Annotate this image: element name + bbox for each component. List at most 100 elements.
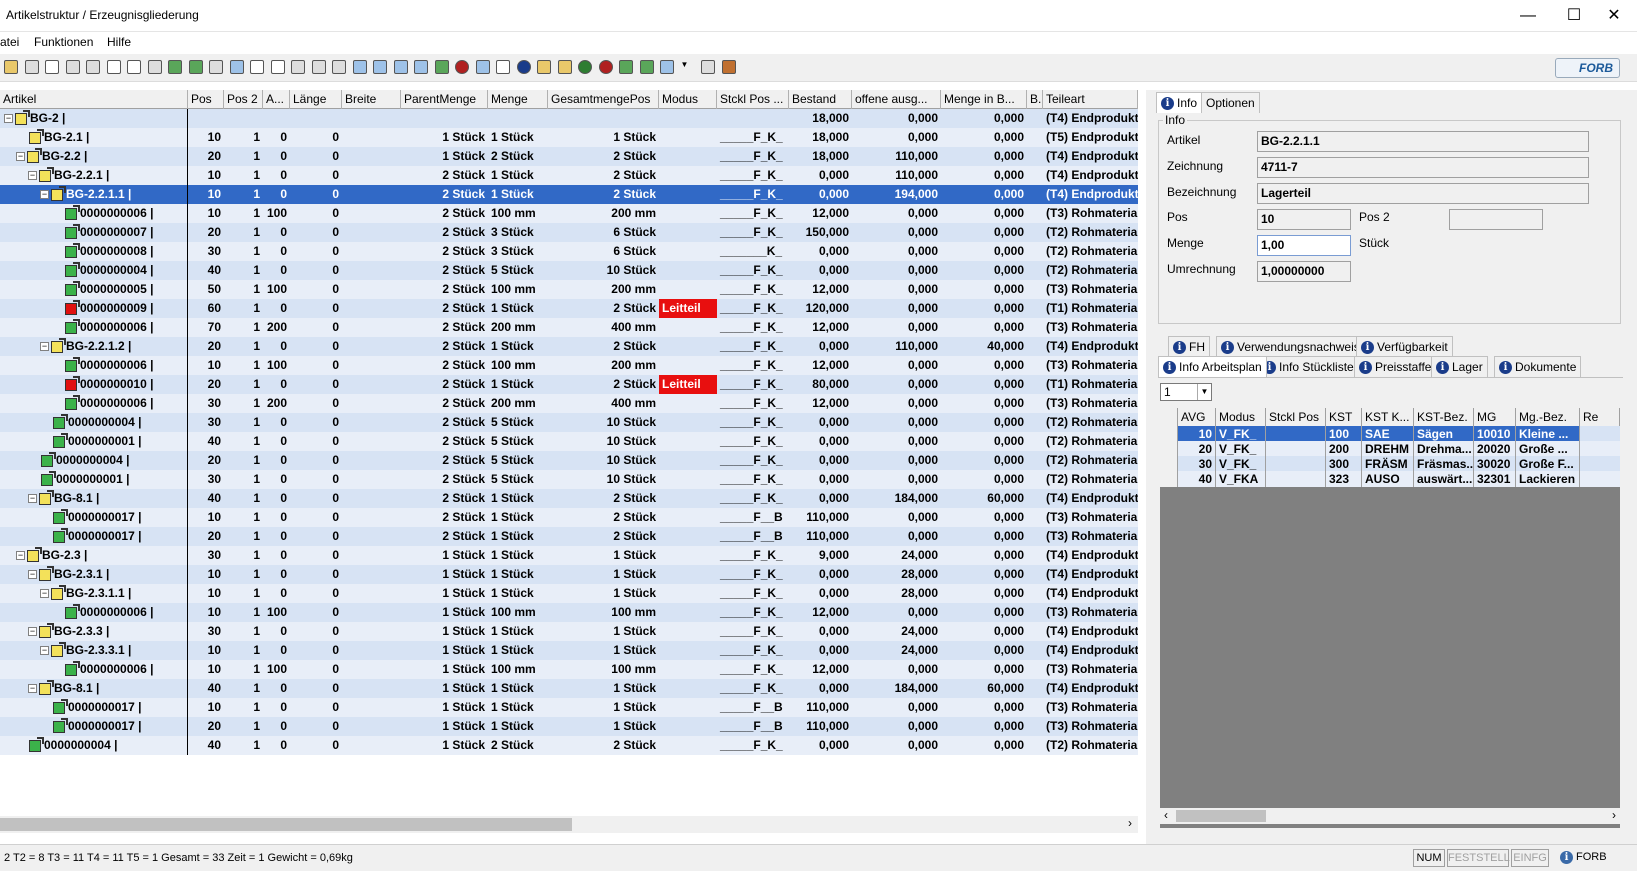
menu-datei[interactable]: atei [0, 35, 19, 49]
col-header-b[interactable]: B. [1027, 90, 1043, 109]
table-row[interactable]: 0000000004 | 40 1 0 0 2 Stück 5 Stück 10 Stück _… [0, 261, 1138, 280]
menu-hilfe[interactable]: Hilfe [107, 35, 131, 49]
image-icon[interactable] [660, 60, 674, 74]
col-header-teileart[interactable]: Teileart [1043, 90, 1138, 109]
tree-collapse-icon[interactable] [229, 60, 244, 74]
sub-col-header[interactable]: Mg.-Bez. [1516, 408, 1580, 426]
tab-preisstaffel[interactable]: i Preisstaffel [1354, 356, 1440, 377]
open-folder-icon[interactable] [4, 60, 18, 74]
table-row[interactable]: 0000000008 | 30 1 0 0 2 Stück 3 Stück 6 Stück __… [0, 242, 1138, 261]
scroll-left-icon[interactable]: ‹ [1164, 808, 1168, 822]
collapse-icon[interactable]: − [40, 190, 49, 200]
sub-col-header[interactable]: KST K... [1362, 408, 1414, 426]
collapse-icon[interactable]: − [40, 646, 49, 656]
table-row[interactable]: − BG-2.2.1.1 | 10 1 0 0 2 Stück 1 Stück 2 Stück _… [0, 185, 1138, 204]
floppy-icon[interactable] [332, 60, 346, 74]
table-green-icon[interactable] [434, 60, 449, 74]
collapse-icon[interactable]: − [40, 342, 49, 352]
table-row[interactable]: 0000000006 | 10 1 100 0 1 Stück 100 mm 100 mm __… [0, 660, 1138, 679]
table-row[interactable]: 0000000006 | 70 1 200 0 2 Stück 200 mm 400 mm __… [0, 318, 1138, 337]
folder-open-icon[interactable] [537, 60, 551, 74]
table-row[interactable]: BG-2.1 | 10 1 0 0 1 Stück 1 Stück 1 Stück _____F… [0, 128, 1138, 147]
table-row[interactable]: 0000000010 | 20 1 0 0 2 Stück 1 Stück 2 Stück Le… [0, 375, 1138, 394]
table-red-icon[interactable] [455, 60, 469, 74]
col-header-offen[interactable]: offene ausg... [852, 90, 941, 109]
table-row[interactable]: − BG-2.2.1 | 10 1 0 0 2 Stück 1 Stück 2 Stück ___… [0, 166, 1138, 185]
pos-field[interactable]: 10 [1257, 209, 1351, 230]
doc-icon[interactable] [496, 60, 510, 74]
horizontal-scrollbar[interactable]: › [0, 816, 1138, 833]
tab-optionen[interactable]: Optionen [1201, 92, 1260, 113]
col-header-pos[interactable]: Pos [188, 90, 224, 109]
sub-col-header[interactable]: MG [1474, 408, 1516, 426]
col-header-pos2[interactable]: Pos 2 [224, 90, 263, 109]
arrow-right-icon[interactable] [311, 60, 326, 74]
arbeitsplan-row[interactable]: 20 V_FK_ 200 DREHM Drehma... 20020 Große ... [1160, 441, 1620, 457]
row-selector[interactable] [1160, 441, 1178, 457]
sub-col-header[interactable]: Modus [1216, 408, 1266, 426]
close-button[interactable]: ✕ [1591, 0, 1637, 32]
table-row[interactable]: 0000000017 | 20 1 0 0 1 Stück 1 Stück 1 Stück __… [0, 717, 1138, 736]
table-row[interactable]: 0000000017 | 10 1 0 0 1 Stück 1 Stück 1 Stück __… [0, 698, 1138, 717]
collapse-icon[interactable]: − [28, 494, 37, 504]
table-row[interactable]: − BG-2.2.1.2 | 20 1 0 0 2 Stück 1 Stück 2 Stück _… [0, 337, 1138, 356]
umrechnung-field[interactable]: 1,00000000 [1257, 261, 1351, 282]
table-row[interactable]: 0000000017 | 10 1 0 0 2 Stück 1 Stück 2 Stück __… [0, 508, 1138, 527]
col-header-parent[interactable]: ParentMenge [401, 90, 488, 109]
tab-info-stueckliste[interactable]: i Info Stückliste [1258, 356, 1359, 377]
chevron-down-icon[interactable]: ▼ [1197, 384, 1211, 400]
collapse-icon[interactable]: − [28, 570, 37, 580]
tree-multi-icon[interactable] [188, 60, 203, 74]
tab-fh[interactable]: i FH [1168, 336, 1210, 357]
arbeitsplan-row[interactable]: 30 V_FK_ 300 FRÄSM Fräsmas... 30020 Große F... [1160, 456, 1620, 472]
table-row[interactable]: 0000000006 | 10 1 100 0 1 Stück 100 mm 100 mm __… [0, 603, 1138, 622]
table-row[interactable]: − BG-2.3.1.1 | 10 1 0 0 1 Stück 1 Stück 1 Stück _… [0, 584, 1138, 603]
dropdown-icon[interactable]: ▼ [681, 60, 695, 74]
table-row[interactable]: 0000000017 | 20 1 0 0 2 Stück 1 Stück 2 Stück __… [0, 527, 1138, 546]
col-header-bestand[interactable]: Bestand [789, 90, 852, 109]
table-row[interactable]: 0000000004 | 40 1 0 0 1 Stück 2 Stück 2 Stück __… [0, 736, 1138, 755]
arbeitsplan-row[interactable]: 10 V_FK_ 100 SAE Sägen 10010 Kleine ... [1160, 426, 1620, 442]
minimize-button[interactable]: — [1505, 0, 1551, 32]
sub-col-header[interactable]: KST-Bez. [1414, 408, 1474, 426]
window-icon[interactable] [475, 60, 490, 74]
green-circle-icon[interactable] [578, 60, 592, 74]
zeichnung-field[interactable]: 4711-7 [1257, 157, 1589, 178]
col-header-laenge[interactable]: Länge [290, 90, 342, 109]
book-icon[interactable] [721, 60, 736, 74]
gear-icon[interactable] [619, 60, 633, 74]
branch-icon[interactable] [291, 60, 305, 74]
tab-dokumente[interactable]: i Dokumente [1494, 356, 1582, 377]
scroll-right-icon[interactable]: › [1128, 816, 1132, 830]
tree-icon[interactable] [168, 60, 182, 74]
search-replace-icon[interactable] [86, 60, 100, 74]
row-selector[interactable] [1160, 426, 1178, 442]
table-row[interactable]: 0000000004 | 20 1 0 0 2 Stück 5 Stück 10 Stück _… [0, 451, 1138, 470]
tab-verwendungsnachweis[interactable]: i Verwendungsnachweis [1216, 336, 1365, 357]
table-row[interactable]: 0000000001 | 40 1 0 0 2 Stück 5 Stück 10 Stück _… [0, 432, 1138, 451]
table-row[interactable]: − BG-2.3.3 | 30 1 0 0 1 Stück 1 Stück 1 Stück ___… [0, 622, 1138, 641]
sub-col-header[interactable]: AVG [1178, 408, 1216, 426]
yellow-icon[interactable] [557, 60, 572, 74]
table-row[interactable]: 0000000009 | 60 1 0 0 2 Stück 1 Stück 2 Stück Le… [0, 299, 1138, 318]
collapse-icon[interactable]: − [28, 684, 37, 694]
scroll-thumb[interactable] [0, 818, 572, 831]
table-row[interactable]: − BG-2.2 | 20 1 0 0 1 Stück 2 Stück 2 Stück _____… [0, 147, 1138, 166]
card-icon[interactable] [414, 60, 428, 74]
stack2-icon[interactable] [373, 60, 387, 74]
table-row[interactable]: 0000000006 | 30 1 200 0 2 Stück 200 mm 400 mm __… [0, 394, 1138, 413]
menge-field[interactable]: 1,00 [1257, 235, 1351, 256]
page-icon[interactable] [270, 60, 285, 74]
arbeitsplan-scrollbar[interactable]: ‹ › [1160, 808, 1620, 824]
save-icon[interactable] [24, 60, 39, 74]
table-row[interactable]: 0000000001 | 30 1 0 0 2 Stück 5 Stück 10 Stück _… [0, 470, 1138, 489]
menu-funktionen[interactable]: Funktionen [34, 35, 93, 49]
col-header-modus[interactable]: Modus [659, 90, 717, 109]
sub-col-header[interactable]: KST [1326, 408, 1362, 426]
scroll-thumb[interactable] [1176, 810, 1266, 822]
binoculars-icon[interactable] [65, 60, 80, 74]
table-row[interactable]: − BG-8.1 | 40 1 0 0 2 Stück 1 Stück 2 Stück _____… [0, 489, 1138, 508]
table-row[interactable]: − BG-2.3.1 | 10 1 0 0 1 Stück 1 Stück 1 Stück ___… [0, 565, 1138, 584]
sub-col-header[interactable]: Re [1580, 408, 1620, 426]
collapse-icon[interactable]: − [28, 627, 37, 637]
